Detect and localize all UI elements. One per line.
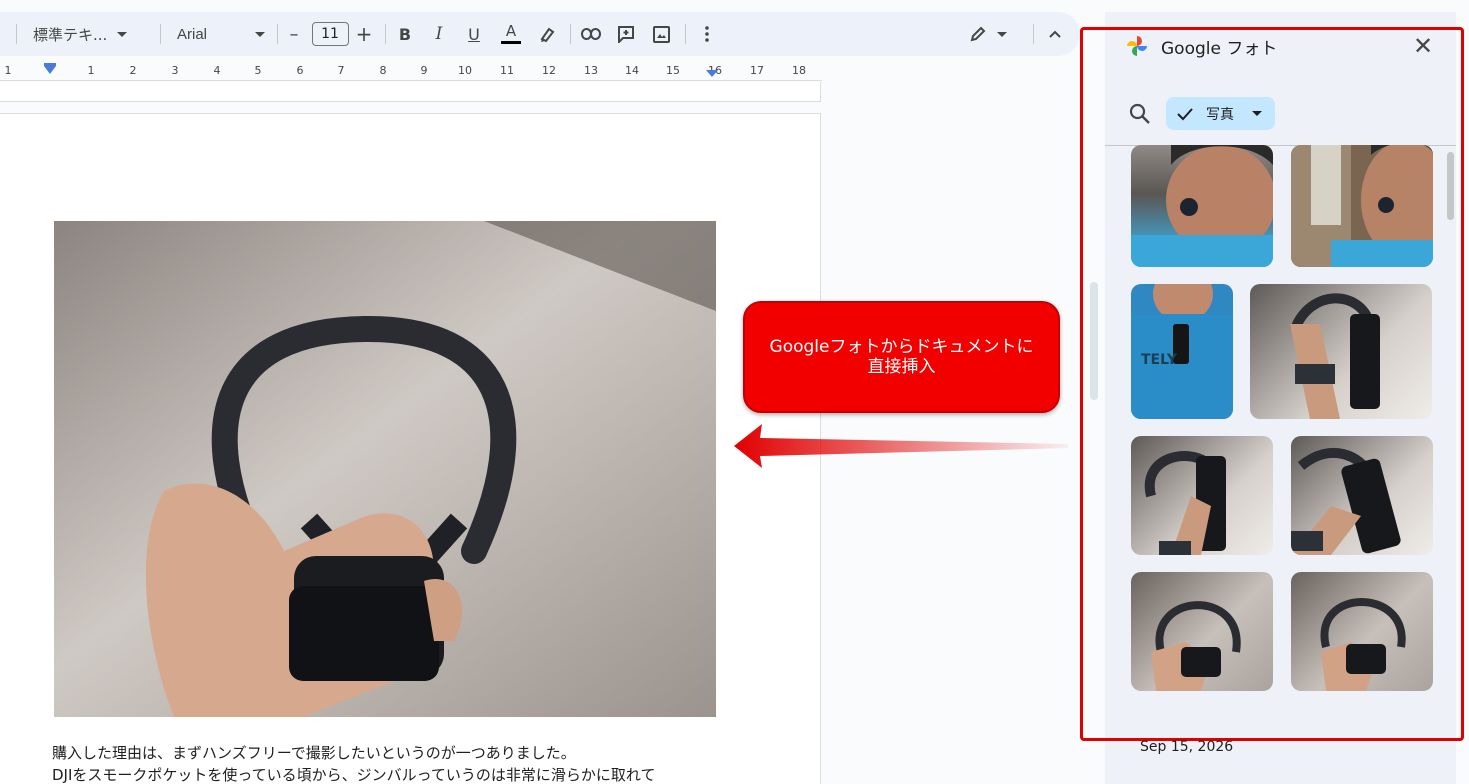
- callout-line: Googleフォトからドキュメントに: [769, 337, 1034, 357]
- highlight-button[interactable]: [537, 12, 559, 56]
- paragraph-style-label: 標準テキ...: [33, 25, 108, 44]
- ruler-tick: 11: [500, 64, 514, 77]
- text-color-icon: A: [505, 22, 517, 40]
- underline-button[interactable]: U: [463, 12, 485, 56]
- date-label: Sep 15, 2026: [1140, 739, 1234, 755]
- ruler-tick: 3: [171, 64, 179, 77]
- inserted-photo[interactable]: [54, 221, 716, 717]
- chevron-up-icon: [1049, 30, 1061, 38]
- toolbar-separator: [277, 24, 278, 44]
- callout-line: 直接挿入: [867, 357, 936, 377]
- first-line-indent-marker[interactable]: [44, 63, 56, 66]
- chevron-down-icon: [255, 31, 265, 37]
- annotation-callout: Googleフォトからドキュメントに 直接挿入: [743, 301, 1060, 413]
- ruler-tick: 6: [296, 64, 304, 77]
- paragraph-line: 購入した理由は、まずハンズフリーで撮影したいというのが一つありました。: [52, 744, 576, 762]
- insert-link-button[interactable]: [580, 12, 602, 56]
- pencil-icon: [970, 26, 986, 42]
- ruler-tick: 13: [584, 64, 598, 77]
- ruler-tick: 1: [87, 64, 95, 77]
- italic-button[interactable]: I: [428, 12, 450, 56]
- toolbar-separator: [685, 24, 686, 44]
- ruler-tick: 12: [542, 64, 556, 77]
- increase-font-size-button[interactable]: +: [354, 12, 374, 56]
- text-color-button[interactable]: A: [499, 12, 523, 56]
- more-vert-icon: [705, 26, 709, 42]
- image-icon: [652, 25, 670, 43]
- chevron-down-icon: [117, 31, 128, 37]
- editing-mode-dropdown[interactable]: [966, 12, 1010, 56]
- left-indent-marker[interactable]: [44, 66, 56, 74]
- chevron-down-icon: [997, 31, 1007, 37]
- font-label: Arial: [177, 25, 208, 43]
- ruler-tick: 17: [750, 64, 764, 77]
- ruler-tick: 7: [337, 64, 345, 77]
- ruler-tick: 10: [458, 64, 472, 77]
- paragraph-line: DJIをスモークポケットを使っている頃から、ジンバルっていうのは非常に滑らかに取…: [52, 766, 656, 784]
- right-indent-marker[interactable]: [706, 70, 718, 77]
- link-icon: [581, 28, 601, 40]
- text-color-swatch: [501, 41, 521, 44]
- add-comment-button[interactable]: [615, 12, 637, 56]
- bold-button[interactable]: B: [394, 12, 416, 56]
- italic-icon: I: [435, 24, 443, 44]
- minus-icon: –: [289, 23, 299, 45]
- highlight-frame: [1080, 27, 1464, 741]
- ruler-tick: 9: [420, 64, 428, 77]
- font-dropdown[interactable]: Arial: [177, 12, 265, 56]
- insert-image-button[interactable]: [650, 12, 672, 56]
- hide-menus-button[interactable]: [1044, 12, 1066, 56]
- ruler-tick: 1: [4, 64, 12, 77]
- previous-page-bottom: [0, 82, 821, 102]
- annotation-arrow: [734, 424, 1068, 468]
- toolbar-separator: [1033, 24, 1034, 44]
- toolbar-separator: [16, 24, 17, 44]
- ruler-tick: 18: [792, 64, 806, 77]
- ruler-baseline: [0, 80, 822, 81]
- bold-icon: B: [398, 24, 412, 44]
- ruler-tick: 14: [625, 64, 639, 77]
- ruler-tick: 15: [666, 64, 680, 77]
- ruler-tick: 4: [213, 64, 221, 77]
- comment-add-icon: [618, 26, 634, 43]
- paragraph-style-dropdown[interactable]: 標準テキ...: [33, 12, 148, 56]
- highlighter-icon: [540, 27, 555, 43]
- document-body[interactable]: 購入した理由は、まずハンズフリーで撮影したいというのが一つありました。 DJIを…: [52, 742, 655, 784]
- toolbar-separator: [570, 24, 571, 44]
- horizontal-ruler[interactable]: 1 1 2 3 4 5 6 7 8 9 10 11 12 13 14 15 16…: [0, 58, 822, 82]
- toolbar-separator: [160, 24, 161, 44]
- more-options-button[interactable]: [697, 12, 717, 56]
- ruler-tick: 2: [129, 64, 137, 77]
- font-size-input[interactable]: 11: [311, 12, 349, 56]
- font-size-value: 11: [311, 22, 349, 46]
- toolbar-separator: [385, 24, 386, 44]
- ruler-tick: 8: [379, 64, 387, 77]
- decrease-font-size-button[interactable]: –: [284, 12, 304, 56]
- ruler-tick: 5: [254, 64, 262, 77]
- underline-icon: U: [468, 24, 480, 44]
- neckband-camera-photo: [54, 221, 716, 717]
- formatting-toolbar: 標準テキ... Arial – 11 + B I U A: [0, 12, 1080, 56]
- plus-icon: +: [355, 22, 373, 46]
